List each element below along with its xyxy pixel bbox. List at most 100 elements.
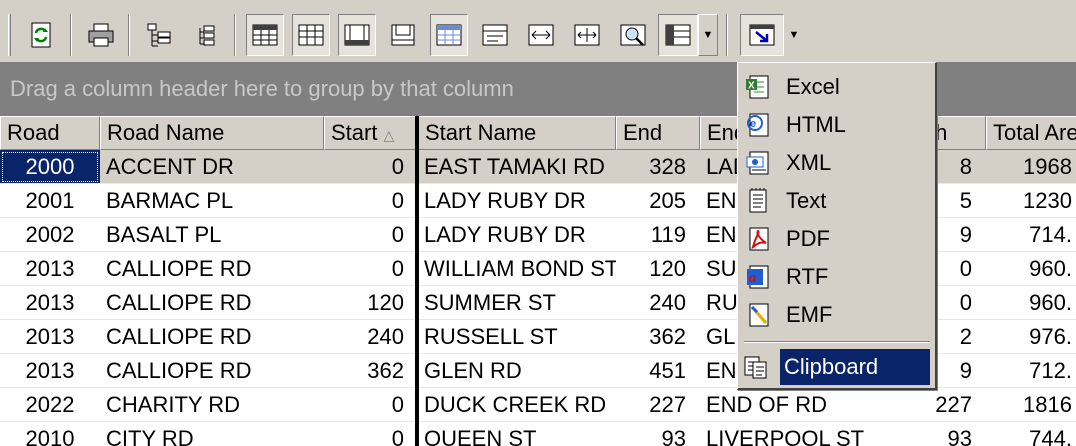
columns-button[interactable] [658, 14, 698, 56]
preview-pane-icon [391, 24, 415, 46]
cell-start-name[interactable]: QUEEN ST [418, 422, 616, 446]
cell-start-name[interactable]: SUMMER ST [418, 286, 616, 320]
menu-item-xml[interactable]: XML [742, 145, 934, 181]
cell-name[interactable]: CHARITY RD [100, 388, 324, 422]
column-header-end[interactable]: End [616, 116, 700, 150]
menu-item-clipboard[interactable]: Clipboard [780, 349, 930, 385]
refresh-button[interactable] [22, 14, 60, 56]
column-header-total-area[interactable]: Total Are [986, 116, 1076, 150]
cell-name[interactable]: ACCENT DR [100, 150, 324, 184]
cell-start-name[interactable]: EAST TAMAKI RD [418, 150, 616, 184]
cell-road[interactable]: 2013 [0, 252, 100, 286]
cell-area[interactable]: 960. [986, 252, 1076, 286]
cell-road[interactable]: 2013 [0, 320, 100, 354]
auto-width-button[interactable] [522, 14, 560, 56]
cell-end[interactable]: 240 [616, 286, 700, 320]
cell-start[interactable]: 120 [324, 286, 418, 320]
cell-start[interactable]: 0 [324, 252, 418, 286]
cell-area[interactable]: 1816 [986, 388, 1076, 422]
cell-start-name[interactable]: DUCK CREEK RD [418, 388, 616, 422]
cell-road[interactable]: 2013 [0, 286, 100, 320]
cell-start[interactable]: 362 [324, 354, 418, 388]
band-button[interactable] [476, 14, 514, 56]
show-grid-button[interactable] [292, 14, 330, 56]
expand-all-button[interactable] [140, 14, 178, 56]
show-header-button[interactable] [246, 14, 284, 56]
columns-dropdown-arrow[interactable]: ▼ [698, 14, 718, 56]
show-footer-button[interactable] [338, 14, 376, 56]
cell-road[interactable]: 2013 [0, 354, 100, 388]
cell-name[interactable]: BARMAC PL [100, 184, 324, 218]
cell-area[interactable]: 1968 [986, 150, 1076, 184]
cell-start[interactable]: 0 [324, 150, 418, 184]
column-header-label: End [623, 120, 663, 145]
export-dropdown-arrow[interactable]: ▼ [784, 14, 804, 56]
menu-item-emf[interactable]: EMF [742, 297, 934, 333]
cell-road[interactable]: 2010 [0, 422, 100, 446]
cell-end[interactable]: 328 [616, 150, 700, 184]
table-row[interactable]: 2022 CHARITY RD 0 DUCK CREEK RD 227 END OF RD… [0, 388, 1076, 422]
cell-name[interactable]: CALLIOPE RD [100, 354, 324, 388]
cell-end[interactable]: 362 [616, 320, 700, 354]
cell-end[interactable]: 120 [616, 252, 700, 286]
cell-name[interactable]: CITY RD [100, 422, 324, 446]
show-preview-button[interactable] [384, 14, 422, 56]
cell-start-name[interactable]: WILLIAM BOND ST [418, 252, 616, 286]
menu-item-text[interactable]: Text [742, 183, 934, 219]
frozen-column-divider[interactable] [415, 116, 419, 446]
table-row[interactable]: 2010 CITY RD 0 QUEEN ST 93 LIVERPOOL ST 93 744. [0, 422, 1076, 446]
menu-item-label: PDF [786, 226, 830, 251]
cell-end[interactable]: 227 [616, 388, 700, 422]
column-header-start-name[interactable]: Start Name [418, 116, 616, 150]
cell-length[interactable]: 93 [876, 422, 986, 446]
cell-end[interactable]: 451 [616, 354, 700, 388]
cell-start-name[interactable]: LADY RUBY DR [418, 184, 616, 218]
menu-item-pdf[interactable]: PDF [742, 221, 934, 257]
cell-end-name[interactable]: END OF RD [700, 388, 876, 422]
cell-length[interactable]: 227 [876, 388, 986, 422]
cell-start-name[interactable]: RUSSELL ST [418, 320, 616, 354]
collapse-all-button[interactable] [186, 14, 224, 56]
export-button[interactable] [740, 14, 784, 56]
cell-start-name[interactable]: GLEN RD [418, 354, 616, 388]
cell-road[interactable]: 2022 [0, 388, 100, 422]
cell-start[interactable]: 0 [324, 388, 418, 422]
cell-name[interactable]: CALLIOPE RD [100, 252, 324, 286]
cell-start[interactable]: 0 [324, 218, 418, 252]
cell-start-name[interactable]: LADY RUBY DR [418, 218, 616, 252]
column-header-start[interactable]: Start △ [324, 116, 418, 150]
cell-name[interactable]: CALLIOPE RD [100, 320, 324, 354]
menu-item-excel[interactable]: X Excel [742, 69, 934, 105]
cell-area[interactable]: 976. [986, 320, 1076, 354]
columns-icon [665, 24, 691, 46]
cell-road[interactable]: 2000 [0, 150, 100, 184]
refresh-icon [31, 22, 51, 48]
menu-item-rtf[interactable]: a RTF [742, 259, 934, 295]
cell-end[interactable]: 205 [616, 184, 700, 218]
cell-road[interactable]: 2002 [0, 218, 100, 252]
cell-end[interactable]: 119 [616, 218, 700, 252]
show-indicator-button[interactable] [430, 14, 468, 56]
cell-area[interactable]: 1230 [986, 184, 1076, 218]
column-header-road-name[interactable]: Road Name [100, 116, 324, 150]
cell-end[interactable]: 93 [616, 422, 700, 446]
menu-item-html[interactable]: e HTML [742, 107, 934, 143]
print-button[interactable] [82, 14, 120, 56]
cell-start[interactable]: 0 [324, 422, 418, 446]
toolbar-grip[interactable] [8, 14, 11, 56]
find-button[interactable] [614, 14, 652, 56]
cell-start[interactable]: 0 [324, 184, 418, 218]
cell-area[interactable]: 744. [986, 422, 1076, 446]
xml-icon [742, 147, 774, 179]
best-fit-button[interactable] [568, 14, 606, 56]
column-header-road[interactable]: Road [0, 116, 100, 150]
cell-area[interactable]: 960. [986, 286, 1076, 320]
cell-area[interactable]: 714. [986, 218, 1076, 252]
cell-end-name[interactable]: LIVERPOOL ST [700, 422, 876, 446]
cell-name[interactable]: BASALT PL [100, 218, 324, 252]
cell-start[interactable]: 240 [324, 320, 418, 354]
cell-name[interactable]: CALLIOPE RD [100, 286, 324, 320]
column-header-label: Road Name [107, 120, 225, 145]
cell-road[interactable]: 2001 [0, 184, 100, 218]
cell-area[interactable]: 712. [986, 354, 1076, 388]
